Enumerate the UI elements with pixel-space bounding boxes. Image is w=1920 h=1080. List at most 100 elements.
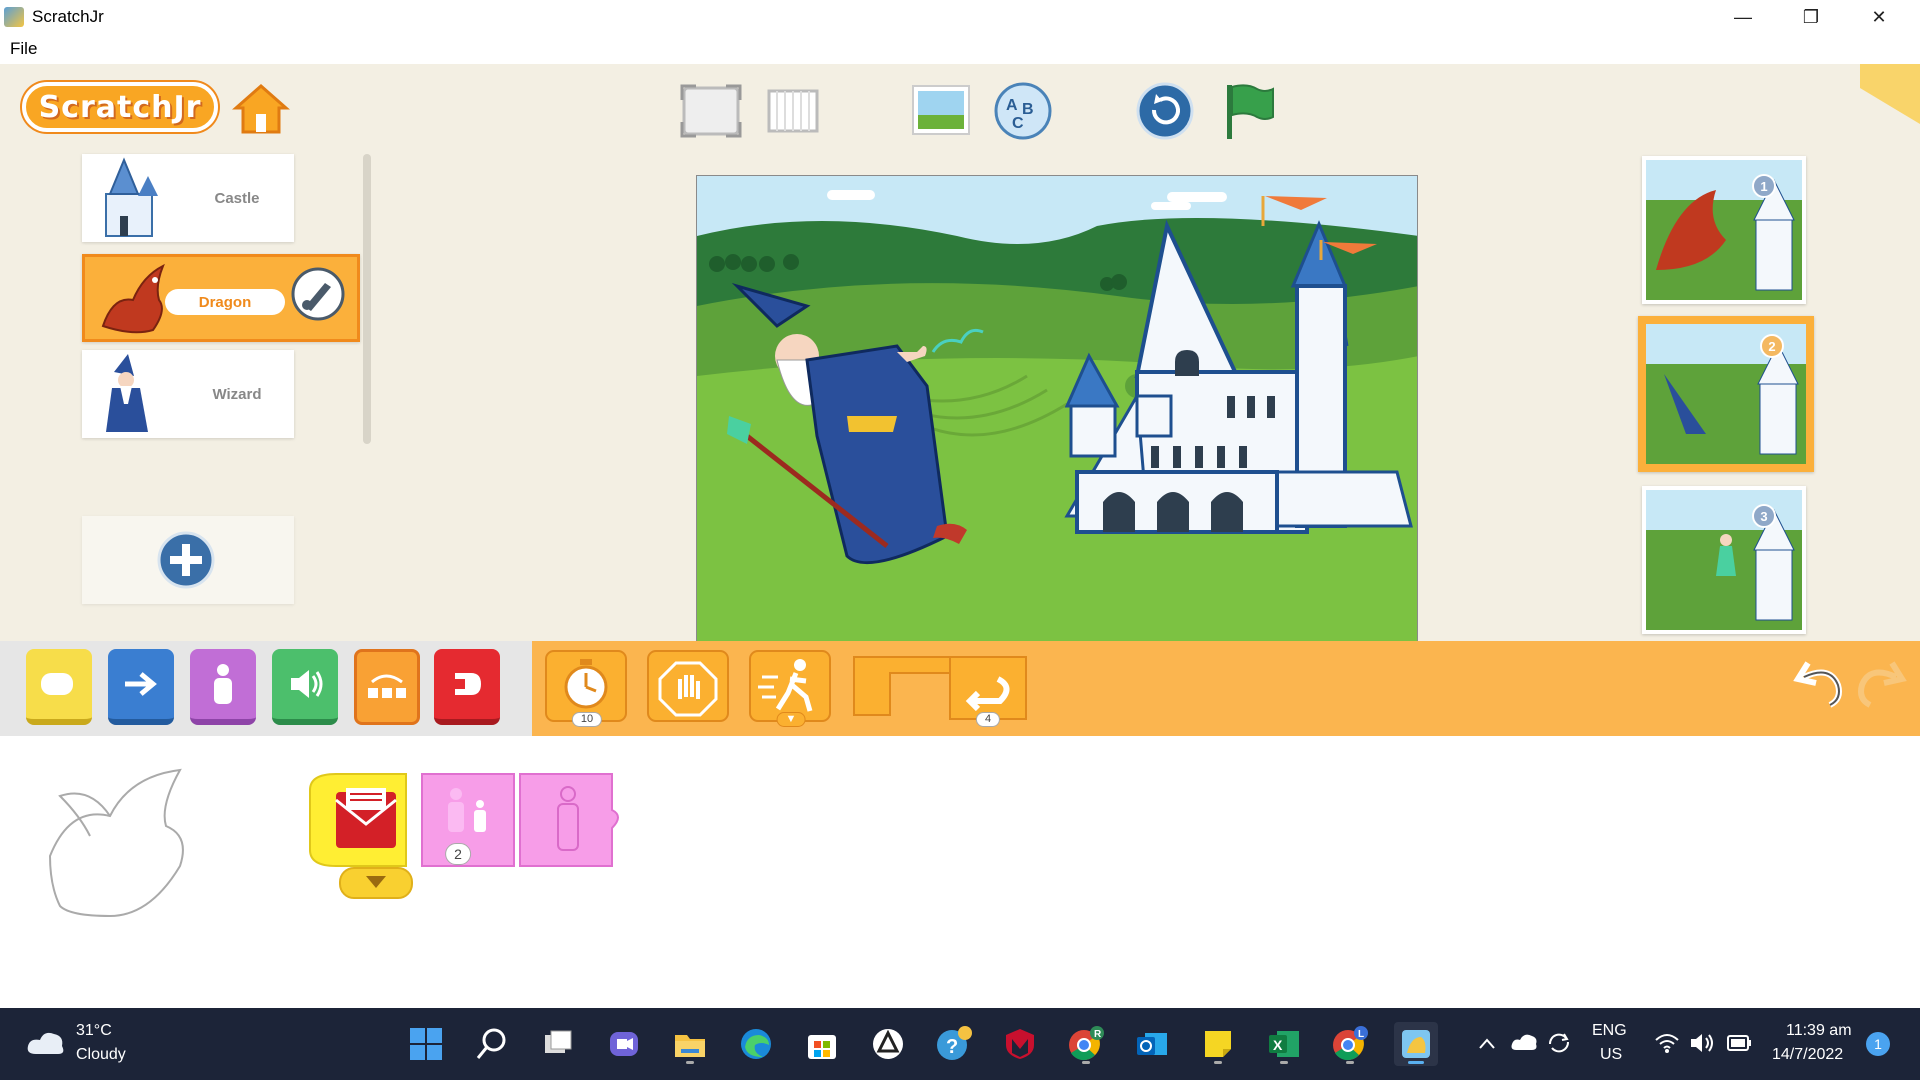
page-number-badge: 3	[1752, 504, 1776, 528]
scratchjr-logo: ScratchJr	[22, 82, 218, 132]
svg-text:L: L	[1358, 1029, 1364, 1040]
chrome-profile-r-icon[interactable]: R	[1064, 1022, 1108, 1066]
fullscreen-icon[interactable]	[676, 80, 746, 142]
redo-icon[interactable]	[1854, 655, 1910, 715]
sprite-wizard[interactable]: Wizard	[82, 350, 294, 438]
add-sprite-slot	[82, 516, 294, 604]
sprite-castle[interactable]: Castle	[82, 154, 294, 242]
title-bar: ScratchJr — ❐ ✕	[0, 0, 1920, 34]
show-block[interactable]	[516, 770, 626, 875]
scripting-area[interactable]: 2	[0, 736, 1920, 1008]
reset-characters-icon[interactable]	[1130, 80, 1200, 142]
category-end[interactable]	[434, 649, 500, 725]
close-button[interactable]: ✕	[1846, 0, 1912, 34]
svg-text:C: C	[1012, 115, 1024, 132]
minimize-button[interactable]: —	[1710, 0, 1776, 34]
page-corner-fold[interactable]	[1860, 64, 1920, 124]
sprite-list-scrollbar[interactable]	[363, 154, 371, 444]
home-icon[interactable]	[232, 82, 290, 136]
file-menu[interactable]: File	[10, 39, 37, 59]
grow-value[interactable]: 2	[445, 843, 471, 865]
wifi-icon[interactable]	[1654, 1032, 1680, 1054]
background-icon[interactable]	[906, 80, 976, 142]
stage-canvas[interactable]	[696, 175, 1418, 642]
scratchjr-app-icon	[4, 7, 24, 27]
grow-block[interactable]: 2	[418, 770, 518, 875]
set-speed-block[interactable]: ▼	[748, 649, 834, 727]
sprite-name-pill: Dragon	[165, 289, 285, 315]
volume-icon[interactable]	[1688, 1030, 1716, 1056]
windows-taskbar: 31°C Cloudy ? R X L ENG US 11:39 am 14/7…	[0, 1008, 1920, 1080]
category-looks[interactable]	[190, 649, 256, 725]
castle-thumbnail	[105, 157, 158, 237]
add-sprite-plus-icon[interactable]	[156, 530, 216, 590]
category-sound[interactable]	[272, 649, 338, 725]
wizard-thumbnail	[106, 354, 148, 432]
show-hidden-icons-chevron-icon[interactable]	[1478, 1036, 1496, 1050]
svg-text:R: R	[1094, 1029, 1102, 1040]
notification-badge[interactable]: 1	[1866, 1032, 1890, 1056]
clock-time[interactable]: 11:39 am	[1786, 1022, 1852, 1040]
page-thumbnail-1[interactable]: 1	[1642, 156, 1806, 304]
paint-editor-icon[interactable]	[289, 265, 347, 323]
when-message-block[interactable]	[306, 770, 426, 905]
stop-block[interactable]	[646, 649, 732, 725]
help-icon[interactable]: ?	[932, 1022, 976, 1066]
page-thumbnail-2[interactable]: 2	[1638, 316, 1814, 472]
sprite-dragon[interactable]: Dragon	[82, 254, 360, 342]
repeat-value[interactable]: 4	[975, 712, 1001, 727]
app-circle-icon[interactable]	[866, 1022, 910, 1066]
microsoft-store-icon[interactable]	[800, 1022, 844, 1066]
speed-dropdown-icon[interactable]: ▼	[776, 712, 806, 727]
sticky-notes-icon[interactable]	[1196, 1022, 1240, 1066]
undo-icon[interactable]	[1790, 655, 1846, 715]
green-flag-icon[interactable]	[1212, 80, 1282, 142]
edge-browser-icon[interactable]	[734, 1022, 778, 1066]
file-explorer-icon[interactable]	[668, 1022, 712, 1066]
grid-icon[interactable]	[758, 80, 828, 142]
maximize-button[interactable]: ❐	[1778, 0, 1844, 34]
scratchjr-editor: ScratchJr ABC Castle Dragon Wizard 1 2 3…	[0, 64, 1920, 1008]
wait-value[interactable]: 10	[571, 712, 603, 727]
wait-block[interactable]: 10	[544, 649, 630, 727]
mcafee-icon[interactable]	[998, 1022, 1042, 1066]
clock-date[interactable]: 14/7/2022	[1772, 1046, 1843, 1064]
search-icon[interactable]	[470, 1022, 514, 1066]
page-thumbnail-3[interactable]: 3	[1642, 486, 1806, 634]
dragon-thumbnail	[101, 263, 165, 334]
text-abc-icon[interactable]: ABC	[988, 80, 1058, 142]
category-triggering[interactable]	[26, 649, 92, 725]
block-palette: 10 ▼ 4	[0, 641, 1920, 736]
repeat-block[interactable]: 4	[850, 649, 1030, 727]
excel-icon[interactable]: X	[1262, 1022, 1306, 1066]
page-list: 1 2 3	[1636, 90, 1816, 682]
weather-description[interactable]: Cloudy	[76, 1046, 126, 1064]
sync-icon[interactable]	[1546, 1030, 1572, 1056]
chrome-profile-l-icon[interactable]: L	[1328, 1022, 1372, 1066]
category-motion[interactable]	[108, 649, 174, 725]
battery-icon[interactable]	[1724, 1032, 1754, 1054]
svg-text:?: ?	[946, 1036, 958, 1058]
start-icon[interactable]	[404, 1022, 448, 1066]
category-bar	[0, 641, 532, 736]
teams-chat-icon[interactable]	[602, 1022, 646, 1066]
category-control[interactable]	[354, 649, 420, 725]
sprite-list: Castle Dragon Wizard	[82, 154, 366, 604]
language-indicator-bottom[interactable]: US	[1600, 1046, 1622, 1064]
menu-bar: File	[0, 34, 1920, 64]
outlook-icon[interactable]	[1130, 1022, 1174, 1066]
sprite-label: Wizard	[212, 385, 262, 403]
svg-text:B: B	[1022, 101, 1034, 118]
task-view-icon[interactable]	[536, 1022, 580, 1066]
dragon-outline-icon	[48, 768, 184, 918]
onedrive-cloud-icon[interactable]	[1510, 1032, 1538, 1052]
cloudy-weather-icon[interactable]	[26, 1028, 66, 1058]
language-indicator-top[interactable]: ENG	[1592, 1022, 1627, 1040]
window-title: ScratchJr	[32, 7, 104, 26]
weather-temperature[interactable]: 31°C	[76, 1022, 112, 1040]
scratchjr-taskbar-icon[interactable]	[1394, 1022, 1438, 1066]
page-number-badge: 1	[1752, 174, 1776, 198]
svg-text:A: A	[1006, 97, 1018, 114]
svg-text:X: X	[1273, 1037, 1283, 1053]
stage-area: ScratchJr ABC Castle Dragon Wizard 1 2 3	[0, 64, 1920, 682]
